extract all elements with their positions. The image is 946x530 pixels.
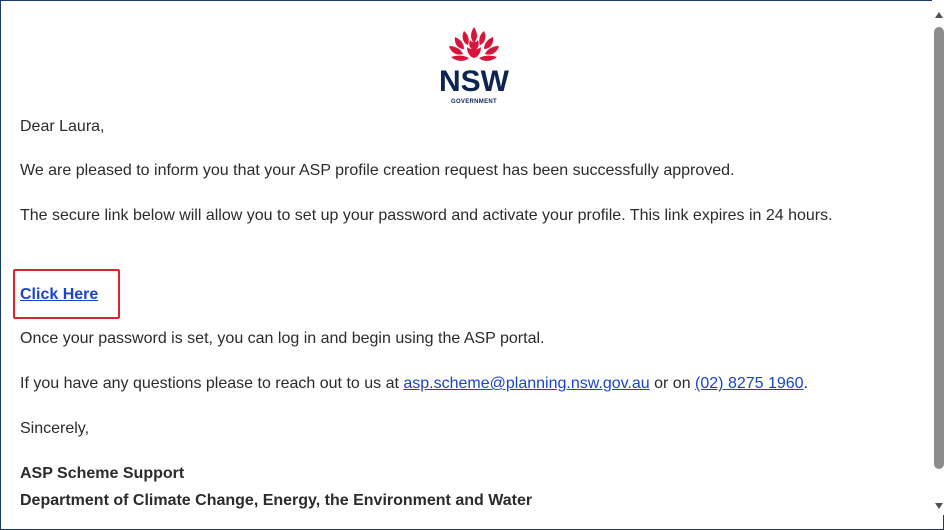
nsw-wordmark: NSW <box>439 65 509 98</box>
greeting: Dear Laura, <box>20 118 105 135</box>
scroll-down-arrow-icon[interactable] <box>935 503 943 509</box>
waratah-icon <box>449 27 499 61</box>
click-here-link[interactable]: Click Here <box>20 280 98 309</box>
questions-suffix: . <box>803 375 809 392</box>
scrollbar-thumb[interactable] <box>934 27 944 469</box>
government-wordmark: GOVERNMENT <box>450 99 497 105</box>
questions-middle: or on <box>649 375 696 392</box>
email-frame: NSW GOVERNMENT Dear Laura, We are please… <box>0 0 944 530</box>
secure-link-paragraph: The secure link below will allow you to … <box>20 207 833 224</box>
approval-paragraph: We are pleased to inform you that your A… <box>20 162 735 179</box>
signature-department: Department of Climate Change, Energy, th… <box>20 492 533 509</box>
signoff: Sincerely, <box>20 420 90 437</box>
questions-prefix: If you have any questions please to reac… <box>20 375 404 392</box>
vertical-scrollbar[interactable] <box>932 0 946 515</box>
scroll-up-arrow-icon[interactable] <box>935 12 943 18</box>
signature-name: ASP Scheme Support <box>20 465 185 482</box>
nsw-government-logo: NSW GOVERNMENT <box>437 23 511 108</box>
contact-email-link[interactable]: asp.scheme@planning.nsw.gov.au <box>403 375 649 392</box>
questions-paragraph: If you have any questions please to reac… <box>20 369 808 398</box>
login-paragraph: Once your password is set, you can log i… <box>20 330 545 347</box>
contact-phone-link[interactable]: (02) 8275 1960 <box>695 375 804 392</box>
